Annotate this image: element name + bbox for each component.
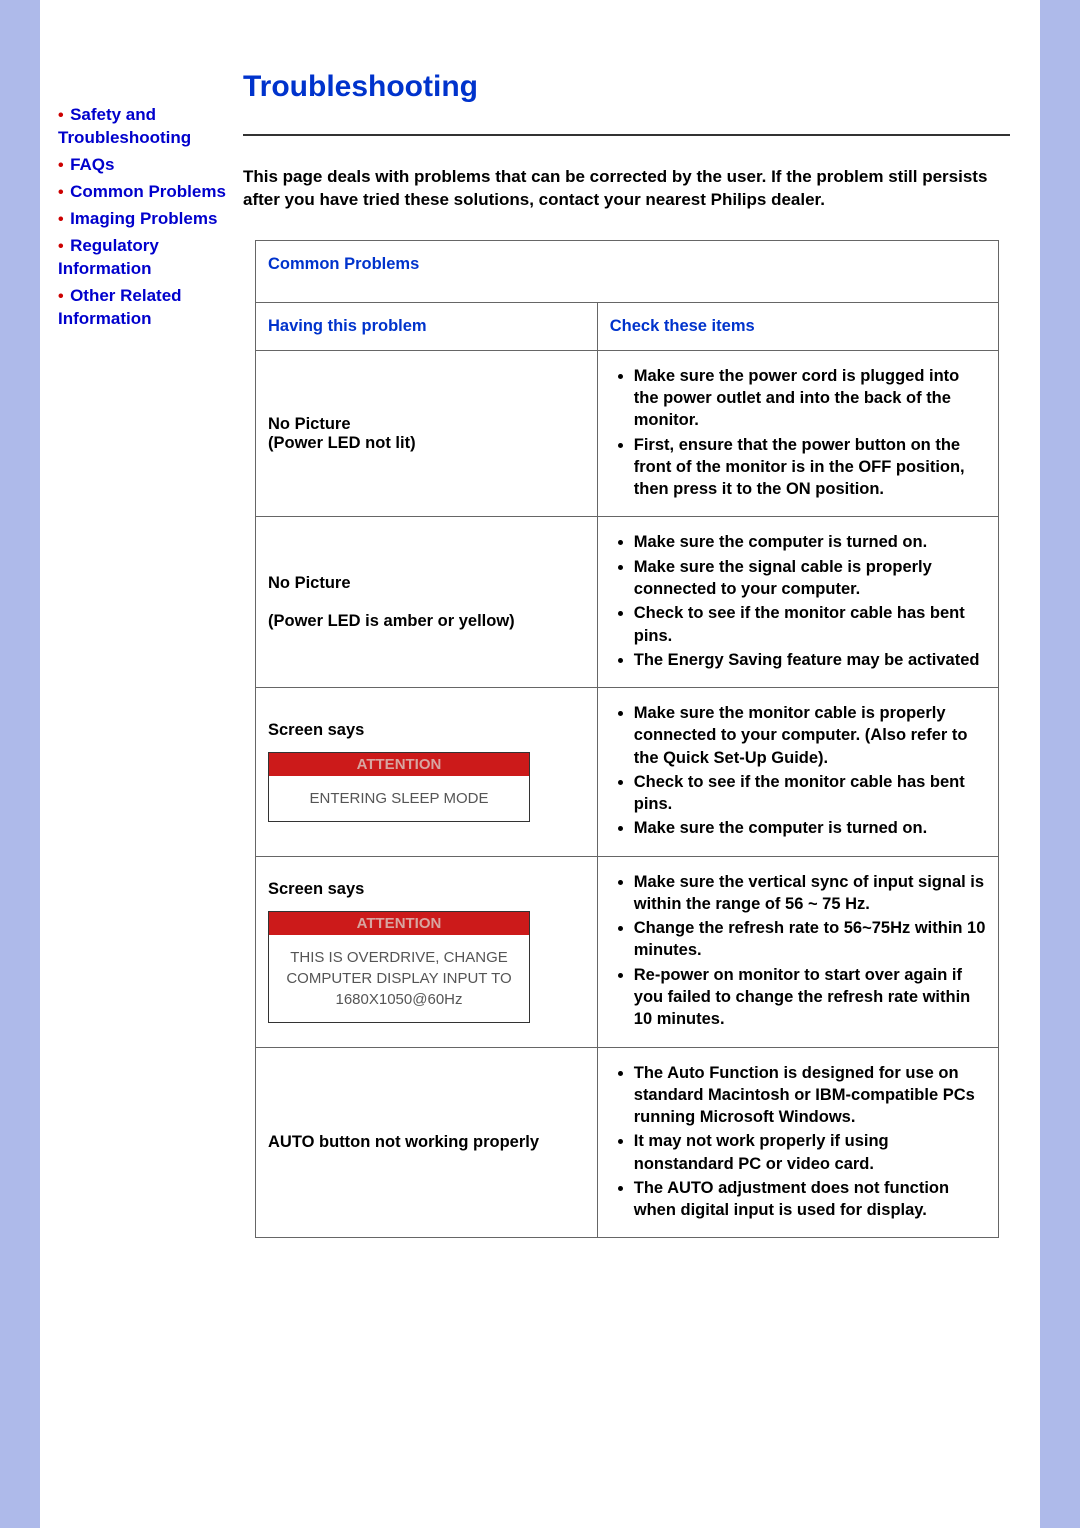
problem-cell: No Picture (Power LED is amber or yellow…: [256, 517, 598, 688]
problems-table: Common Problems Having this problem Chec…: [255, 240, 999, 1239]
check-item: Make sure the signal cable is properly c…: [634, 556, 986, 601]
table-row: Screen says ATTENTION ENTERING SLEEP MOD…: [256, 688, 999, 857]
sidebar-item-imaging-problems[interactable]: • Imaging Problems: [58, 208, 243, 231]
attention-body: ENTERING SLEEP MODE: [269, 776, 529, 821]
check-item: Make sure the computer is turned on.: [634, 817, 986, 839]
problem-line: AUTO button not working properly: [268, 1133, 539, 1151]
check-item: Re-power on monitor to start over again …: [634, 964, 986, 1031]
sidebar-item-safety[interactable]: • Safety and Troubleshooting: [58, 104, 243, 150]
sidebar: • Safety and Troubleshooting • FAQs • Co…: [40, 0, 243, 1528]
sidebar-link[interactable]: Safety and Troubleshooting: [58, 105, 191, 147]
problem-line: (Power LED not lit): [268, 434, 416, 452]
main-content: Troubleshooting This page deals with pro…: [243, 0, 1040, 1528]
problem-label: Screen says: [268, 721, 364, 739]
table-row: No Picture (Power LED is amber or yellow…: [256, 517, 999, 688]
check-cell: Make sure the computer is turned on. Mak…: [597, 517, 998, 688]
bullet-icon: •: [58, 288, 64, 305]
sidebar-link[interactable]: Common Problems: [70, 182, 226, 201]
check-item: Make sure the monitor cable is properly …: [634, 702, 986, 769]
table-row: Screen says ATTENTION THIS IS OVERDRIVE,…: [256, 856, 999, 1047]
attention-header: ATTENTION: [269, 753, 529, 776]
bullet-icon: •: [58, 184, 64, 201]
sidebar-list: • Safety and Troubleshooting • FAQs • Co…: [58, 104, 243, 330]
check-item: The Energy Saving feature may be activat…: [634, 649, 986, 671]
check-cell: The Auto Function is designed for use on…: [597, 1047, 998, 1238]
problem-cell: Screen says ATTENTION THIS IS OVERDRIVE,…: [256, 856, 598, 1047]
page-title: Troubleshooting: [243, 70, 1010, 104]
check-item: It may not work properly if using nonsta…: [634, 1130, 986, 1175]
problem-line: No Picture: [268, 574, 351, 592]
bullet-icon: •: [58, 238, 64, 255]
attention-box: ATTENTION THIS IS OVERDRIVE, CHANGE COMP…: [268, 911, 530, 1023]
bullet-icon: •: [58, 107, 64, 124]
check-item: Make sure the power cord is plugged into…: [634, 365, 986, 432]
check-item: The Auto Function is designed for use on…: [634, 1062, 986, 1129]
problem-cell: No Picture (Power LED not lit): [256, 350, 598, 517]
attention-box: ATTENTION ENTERING SLEEP MODE: [268, 752, 530, 822]
problem-line: No Picture: [268, 415, 351, 433]
check-item: First, ensure that the power button on t…: [634, 434, 986, 501]
page-container: • Safety and Troubleshooting • FAQs • Co…: [40, 0, 1040, 1528]
col-header-problem: Having this problem: [256, 302, 598, 350]
sidebar-item-faqs[interactable]: • FAQs: [58, 154, 243, 177]
check-item: Change the refresh rate to 56~75Hz withi…: [634, 917, 986, 962]
problem-label: Screen says: [268, 880, 364, 898]
check-item: The AUTO adjustment does not function wh…: [634, 1177, 986, 1222]
sidebar-link[interactable]: FAQs: [70, 155, 114, 174]
column-header-row: Having this problem Check these items: [256, 302, 999, 350]
section-header-row: Common Problems: [256, 240, 999, 302]
divider: [243, 134, 1010, 136]
check-cell: Make sure the power cord is plugged into…: [597, 350, 998, 517]
attention-header: ATTENTION: [269, 912, 529, 935]
table-row: No Picture (Power LED not lit) Make sure…: [256, 350, 999, 517]
check-item: Make sure the computer is turned on.: [634, 531, 986, 553]
check-cell: Make sure the monitor cable is properly …: [597, 688, 998, 857]
sidebar-link[interactable]: Imaging Problems: [70, 209, 217, 228]
sidebar-item-other-related[interactable]: • Other Related Information: [58, 285, 243, 331]
bullet-icon: •: [58, 211, 64, 228]
sidebar-item-common-problems[interactable]: • Common Problems: [58, 181, 243, 204]
bullet-icon: •: [58, 157, 64, 174]
check-cell: Make sure the vertical sync of input sig…: [597, 856, 998, 1047]
table-row: AUTO button not working properly The Aut…: [256, 1047, 999, 1238]
problem-cell: Screen says ATTENTION ENTERING SLEEP MOD…: [256, 688, 598, 857]
problem-line: (Power LED is amber or yellow): [268, 612, 515, 630]
sidebar-item-regulatory[interactable]: • Regulatory Information: [58, 235, 243, 281]
intro-text: This page deals with problems that can b…: [243, 166, 1010, 212]
problem-cell: AUTO button not working properly: [256, 1047, 598, 1238]
sidebar-link[interactable]: Other Related Information: [58, 286, 182, 328]
attention-body: THIS IS OVERDRIVE, CHANGE COMPUTER DISPL…: [269, 935, 529, 1022]
col-header-check: Check these items: [597, 302, 998, 350]
check-item: Make sure the vertical sync of input sig…: [634, 871, 986, 916]
section-title: Common Problems: [256, 240, 999, 302]
sidebar-link[interactable]: Regulatory Information: [58, 236, 159, 278]
check-item: Check to see if the monitor cable has be…: [634, 602, 986, 647]
check-item: Check to see if the monitor cable has be…: [634, 771, 986, 816]
